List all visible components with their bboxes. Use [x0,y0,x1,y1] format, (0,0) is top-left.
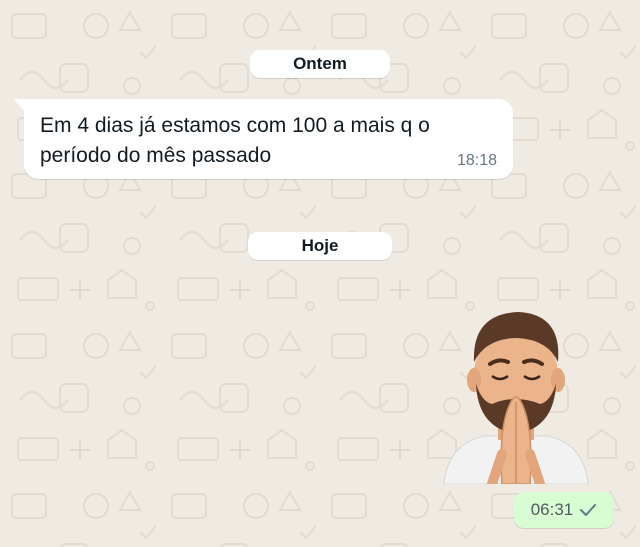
incoming-message-bubble[interactable]: Em 4 dias já estamos com 100 a mais q o … [14,99,513,179]
date-separator-today: Hoje [248,232,392,260]
outgoing-message-timestamp: 06:31 [530,500,574,519]
single-check-icon [580,504,597,516]
praying-memoji-sticker-icon[interactable] [436,306,596,484]
date-separator-label: Hoje [301,236,339,255]
message-text: Em 4 dias já estamos com 100 a mais q o … [40,114,430,167]
message-timestamp: 18:18 [456,152,497,169]
bubble-tail [14,99,26,113]
outgoing-message-meta: 06:31 [514,492,614,528]
date-separator-label: Ontem [293,54,347,73]
date-separator-yesterday: Ontem [250,50,390,78]
